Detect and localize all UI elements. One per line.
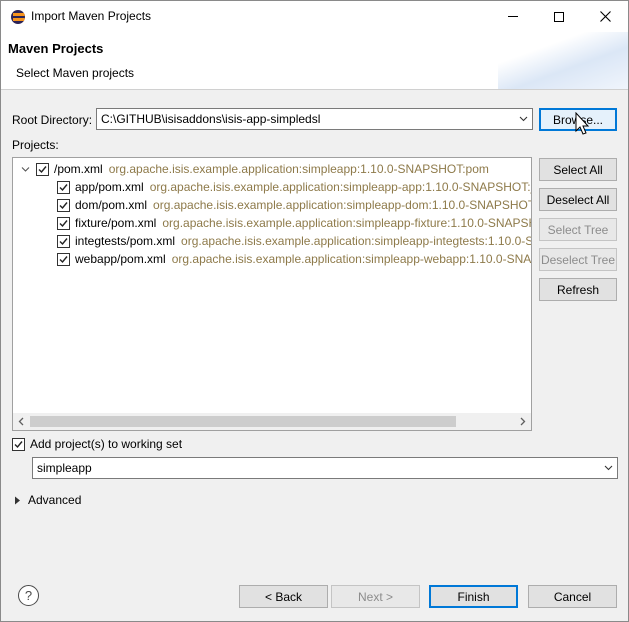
import-maven-projects-dialog: Import Maven Projects Maven Projects Sel… bbox=[0, 0, 629, 622]
scroll-right-icon[interactable] bbox=[518, 417, 527, 426]
project-name: /pom.xml bbox=[54, 162, 103, 176]
checkmark-icon bbox=[59, 201, 68, 209]
select-all-label: Select All bbox=[553, 162, 603, 177]
chevron-down-icon bbox=[519, 116, 528, 122]
wizard-banner: Maven Projects Select Maven projects bbox=[1, 32, 628, 90]
root-directory-label-text: Root Directory: bbox=[12, 113, 93, 127]
page-description: Select Maven projects bbox=[16, 66, 135, 80]
back-label: < Back bbox=[264, 589, 303, 604]
banner-decoration bbox=[498, 32, 628, 89]
finish-label: Finish bbox=[457, 589, 490, 604]
horizontal-scrollbar[interactable] bbox=[13, 413, 531, 430]
help-button[interactable]: ? bbox=[18, 585, 39, 606]
project-artifact: org.apache.isis.example.application:simp… bbox=[162, 216, 532, 230]
checkbox[interactable] bbox=[57, 216, 70, 230]
project-artifact: org.apache.isis.example.application:simp… bbox=[181, 234, 532, 248]
deselect-all-button[interactable]: Deselect All bbox=[539, 188, 617, 211]
checkbox[interactable] bbox=[36, 162, 49, 176]
project-name: integtests/pom.xml bbox=[75, 234, 176, 248]
project-name: webapp/pom.xml bbox=[75, 252, 166, 266]
checkmark-icon bbox=[59, 255, 68, 263]
working-set-value: simpleapp bbox=[37, 461, 92, 475]
expand-arrow-icon bbox=[15, 496, 20, 504]
mouse-cursor-icon bbox=[575, 112, 590, 135]
tree-row-root[interactable]: /pom.xml org.apache.isis.example.applica… bbox=[21, 160, 489, 178]
root-directory-combo[interactable]: C:\GITHUB\isisaddons\isis-app-simpledsl bbox=[96, 108, 533, 130]
next-button[interactable]: Next > bbox=[331, 585, 420, 608]
project-artifact: org.apache.isis.example.application:simp… bbox=[153, 198, 532, 212]
tree-row[interactable]: webapp/pom.xml org.apache.isis.example.a… bbox=[57, 250, 532, 268]
select-all-button[interactable]: Select All bbox=[539, 158, 617, 181]
advanced-label: Advanced bbox=[28, 493, 82, 507]
tree-row[interactable]: integtests/pom.xml org.apache.isis.examp… bbox=[57, 232, 532, 250]
help-icon: ? bbox=[24, 588, 33, 603]
project-name: app/pom.xml bbox=[75, 180, 144, 194]
close-button[interactable] bbox=[582, 1, 628, 32]
working-set-combo[interactable]: simpleapp bbox=[32, 457, 618, 479]
project-artifact: org.apache.isis.example.application:simp… bbox=[149, 180, 532, 194]
scrollbar-thumb[interactable] bbox=[30, 416, 456, 427]
cancel-label: Cancel bbox=[553, 589, 592, 604]
checkbox[interactable] bbox=[57, 180, 70, 194]
advanced-section-toggle[interactable]: Advanced bbox=[14, 493, 81, 507]
project-artifact: org.apache.isis.example.application:simp… bbox=[171, 252, 532, 266]
tree-row[interactable]: fixture/pom.xml org.apache.isis.example.… bbox=[57, 214, 532, 232]
refresh-button[interactable]: Refresh bbox=[539, 278, 617, 301]
eclipse-icon bbox=[11, 10, 25, 24]
close-icon bbox=[599, 11, 611, 22]
deselect-all-label: Deselect All bbox=[546, 192, 610, 207]
projects-label: Projects: bbox=[12, 138, 59, 152]
select-tree-label: Select Tree bbox=[547, 222, 609, 237]
project-name: dom/pom.xml bbox=[75, 198, 148, 212]
add-to-working-set-label: Add project(s) to working set bbox=[30, 437, 183, 451]
deselect-tree-label: Deselect Tree bbox=[540, 252, 616, 267]
tree-row[interactable]: dom/pom.xml org.apache.isis.example.appl… bbox=[57, 196, 532, 214]
checkbox[interactable] bbox=[57, 252, 70, 266]
projects-tree[interactable]: /pom.xml org.apache.isis.example.applica… bbox=[12, 157, 532, 431]
checkmark-icon bbox=[59, 219, 68, 227]
collapse-arrow-icon[interactable] bbox=[21, 165, 30, 174]
page-title: Maven Projects bbox=[8, 41, 104, 56]
tree-row[interactable]: app/pom.xml org.apache.isis.example.appl… bbox=[57, 178, 532, 196]
select-tree-button[interactable]: Select Tree bbox=[539, 218, 617, 241]
back-button[interactable]: < Back bbox=[239, 585, 328, 608]
cancel-button[interactable]: Cancel bbox=[528, 585, 617, 608]
refresh-label: Refresh bbox=[556, 282, 600, 297]
maximize-button[interactable] bbox=[536, 1, 582, 32]
deselect-tree-button[interactable]: Deselect Tree bbox=[539, 248, 617, 271]
checkmark-icon bbox=[14, 440, 23, 448]
checkmark-icon bbox=[59, 237, 68, 245]
checkmark-icon bbox=[38, 165, 47, 173]
project-artifact: org.apache.isis.example.application:simp… bbox=[108, 162, 489, 176]
checkbox[interactable] bbox=[57, 198, 70, 212]
add-to-working-set-checkbox[interactable]: Add project(s) to working set bbox=[12, 437, 182, 451]
root-directory-label: Root Directory: bbox=[12, 113, 92, 127]
root-directory-value: C:\GITHUB\isisaddons\isis-app-simpledsl bbox=[101, 112, 321, 126]
checkmark-icon bbox=[59, 183, 68, 191]
maximize-icon bbox=[554, 11, 564, 22]
checkbox[interactable] bbox=[57, 234, 70, 248]
minimize-button[interactable] bbox=[490, 1, 536, 32]
project-name: fixture/pom.xml bbox=[75, 216, 157, 230]
window-title: Import Maven Projects bbox=[31, 9, 152, 23]
next-label: Next > bbox=[357, 589, 393, 604]
minimize-icon bbox=[508, 16, 518, 17]
scroll-left-icon[interactable] bbox=[17, 417, 26, 426]
title-bar: Import Maven Projects bbox=[1, 1, 628, 32]
checkbox[interactable] bbox=[12, 437, 25, 451]
finish-button[interactable]: Finish bbox=[429, 585, 518, 608]
chevron-down-icon bbox=[604, 465, 613, 471]
projects-label-text: Projects: bbox=[12, 138, 59, 152]
